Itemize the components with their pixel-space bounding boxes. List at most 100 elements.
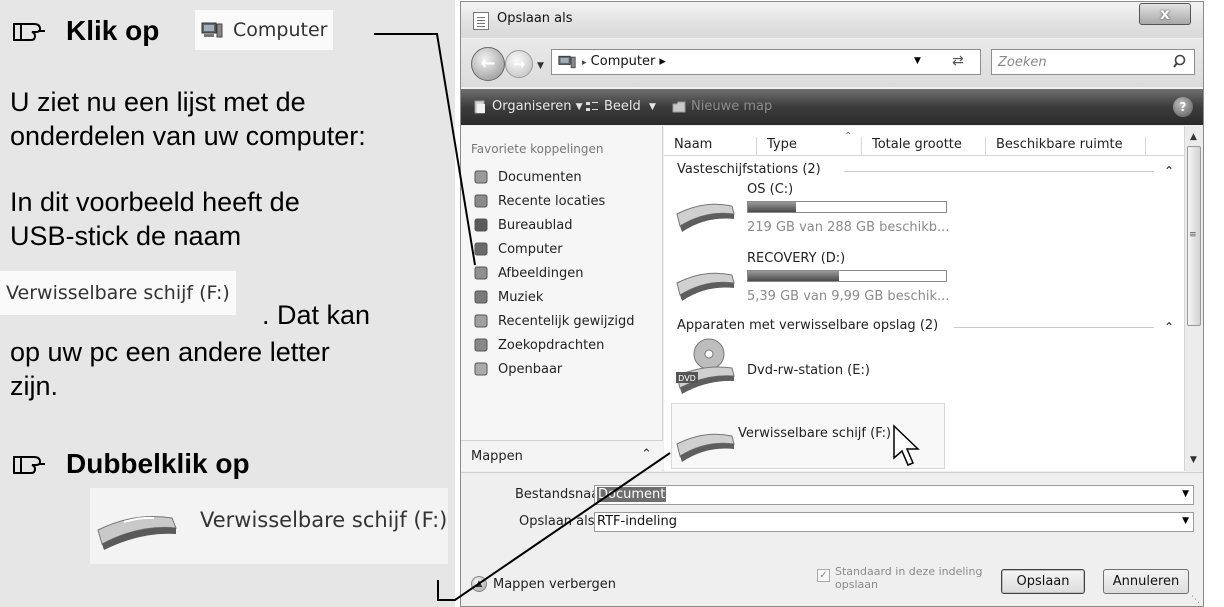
nav-item-afbeeldingen[interactable]: Afbeeldingen [473, 262, 583, 284]
removable-drive-chip-label: Verwisselbare schijf (F:) [200, 508, 448, 532]
view-icon [586, 101, 598, 111]
save-as-type-dropdown-icon[interactable]: ▼ [1182, 516, 1189, 526]
save-as-type-select[interactable]: RTF-indeling ▼ [594, 512, 1194, 532]
drive-name: RECOVERY (D:) [747, 251, 846, 266]
view-dropdown-icon: ▼ [649, 101, 656, 112]
pointing-hand-icon [13, 456, 45, 474]
document-icon [473, 12, 489, 30]
save-button[interactable]: Opslaan [1001, 569, 1085, 594]
nav-item-label: Bureaublad [498, 217, 573, 233]
step-click-computer: Klik op [10, 15, 159, 47]
favorites-header: Favoriete koppelingen [471, 142, 604, 156]
breadcrumb-separator-icon: ▸ [582, 58, 587, 68]
group-hard-drives[interactable]: Vasteschijfstations (2) [677, 162, 821, 177]
nav-item-computer[interactable]: Computer [473, 238, 563, 260]
recent-pages-dropdown[interactable]: ▼ [537, 61, 544, 71]
breadcrumb-computer[interactable]: Computer ▸ [591, 54, 666, 69]
removable-drive-chip: Verwisselbare schijf (F:) [90, 488, 448, 564]
paragraph1-line2: onderdelen van uw computer: [10, 121, 366, 151]
nav-item-recente-locaties[interactable]: Recente locaties [473, 190, 605, 212]
back-button[interactable]: ← [471, 47, 505, 81]
scroll-down-icon[interactable]: ▼ [1190, 455, 1197, 465]
nav-item-label: Muziek [498, 289, 544, 305]
collapse-group-icon[interactable]: ⌃ [1164, 164, 1174, 178]
folders-label: Mappen [471, 449, 523, 464]
resize-grip-icon[interactable]: ⋱ [1191, 595, 1200, 605]
file-name-value: Document [597, 487, 667, 502]
searches-icon [474, 338, 488, 352]
view-button[interactable]: Beeld ▼ [585, 99, 656, 114]
group-divider [954, 327, 1154, 328]
close-button[interactable]: x [1139, 3, 1191, 25]
cancel-button[interactable]: Annuleren [1103, 569, 1189, 594]
column-free-space[interactable]: Beschikbare ruimte [986, 137, 1146, 155]
forward-button[interactable]: → [505, 50, 533, 78]
mouse-cursor-icon [893, 424, 920, 466]
vertical-scrollbar[interactable]: ▲ ≡ ▼ [1184, 126, 1203, 471]
step1-prefix: Klik op [66, 15, 160, 46]
dvd-drive-icon: DVD [676, 338, 735, 394]
computer-chip: Computer [195, 10, 334, 50]
column-name[interactable]: Naam [664, 137, 757, 155]
chevron-up-icon: ⌃ [641, 447, 652, 462]
drive-name-chip: Verwisselbare schijf (F:) [0, 271, 236, 315]
hard-drive-icon [676, 203, 735, 232]
nav-item-label: Zoekopdrachten [498, 337, 605, 353]
nav-item-bureaublad[interactable]: Bureaublad [473, 214, 573, 236]
nav-item-label: Recente locaties [498, 193, 606, 209]
command-toolbar: Organiseren ▼ Beeld ▼ Nieuwe map ? [461, 89, 1203, 125]
pictures-icon [474, 266, 488, 280]
help-button[interactable]: ? [1173, 97, 1193, 117]
search-icon[interactable] [1172, 53, 1190, 71]
paragraph2-line4: op uw pc een andere letter [10, 337, 330, 367]
paragraph1-line1: U ziet nu een lijst met de [10, 87, 306, 117]
nav-item-label: Openbaar [498, 361, 563, 377]
drive-space-info: 219 GB van 288 GB beschikb... [747, 220, 950, 235]
recent-places-icon [474, 194, 488, 208]
drive-usage-bar [747, 201, 947, 213]
save-as-type-value: RTF-indeling [597, 514, 678, 529]
address-bar[interactable]: ▸ Computer ▸ ▼ ⇄ [551, 49, 981, 75]
music-icon [474, 290, 488, 304]
group-removable[interactable]: Apparaten met verwisselbare opslag (2) [677, 318, 938, 333]
save-options-panel: Bestandsnaam: Document ▼ Opslaan als: RT… [461, 472, 1203, 606]
folders-toggle[interactable]: Mappen ⌃ [461, 440, 663, 470]
dialog-title: Opslaan als [497, 11, 573, 26]
nav-item-recentelijk-gewijzigd[interactable]: Recentelijk gewijzigd [473, 310, 634, 332]
computer-icon [474, 242, 488, 256]
refresh-icon[interactable]: ⇄ [952, 53, 964, 69]
nav-item-label: Documenten [498, 169, 582, 185]
save-as-type-label: Opslaan als: [519, 514, 599, 529]
scroll-up-icon[interactable]: ▲ [1190, 132, 1197, 142]
organize-dropdown-icon: ▼ [575, 101, 583, 112]
nav-item-openbaar[interactable]: Openbaar [473, 358, 562, 380]
paragraph-letter: op uw pc een andere letter zijn. [10, 335, 330, 403]
drive-name-chip-label: Verwisselbare schijf (F:) [6, 282, 230, 304]
nav-item-muziek[interactable]: Muziek [473, 286, 543, 308]
forward-arrow-icon: → [512, 55, 526, 73]
address-dropdown-icon[interactable]: ▼ [914, 56, 921, 66]
instruction-panel: Klik op Computer U ziet nu een lijst met… [0, 0, 455, 607]
paragraph2-line2: USB-stick de naam [10, 221, 242, 251]
usb-drive-icon [676, 433, 735, 462]
new-folder-icon [672, 101, 686, 112]
drive-name: Verwisselbare schijf (F:) [738, 426, 892, 441]
new-folder-button[interactable]: Nieuwe map [672, 99, 772, 114]
step-doubleclick-drive: Dubbelklik op [10, 448, 250, 480]
column-total-size[interactable]: Totale grootte [862, 137, 986, 155]
paragraph-usb-name: In dit voorbeeld heeft de USB-stick de n… [10, 185, 300, 253]
file-name-dropdown-icon[interactable]: ▼ [1182, 489, 1189, 499]
title-bar: Opslaan als x [461, 2, 1203, 38]
collapse-group-icon[interactable]: ⌃ [1164, 320, 1174, 334]
hide-folders-button[interactable]: ▲ Mappen verbergen [471, 576, 616, 592]
nav-item-documenten[interactable]: Documenten [473, 166, 582, 188]
file-name-input[interactable]: Document ▼ [594, 485, 1194, 505]
scroll-grip-icon: ≡ [1189, 230, 1197, 240]
default-format-checkbox[interactable]: ✓ Standaard in deze indeling opslaan [817, 565, 982, 591]
search-box[interactable]: Zoeken [991, 49, 1195, 75]
nav-item-zoekopdrachten[interactable]: Zoekopdrachten [473, 334, 604, 356]
documents-icon [474, 170, 488, 184]
chevron-up-icon: ▲ [471, 576, 487, 592]
organize-button[interactable]: Organiseren ▼ [473, 99, 583, 114]
public-icon [474, 362, 488, 376]
